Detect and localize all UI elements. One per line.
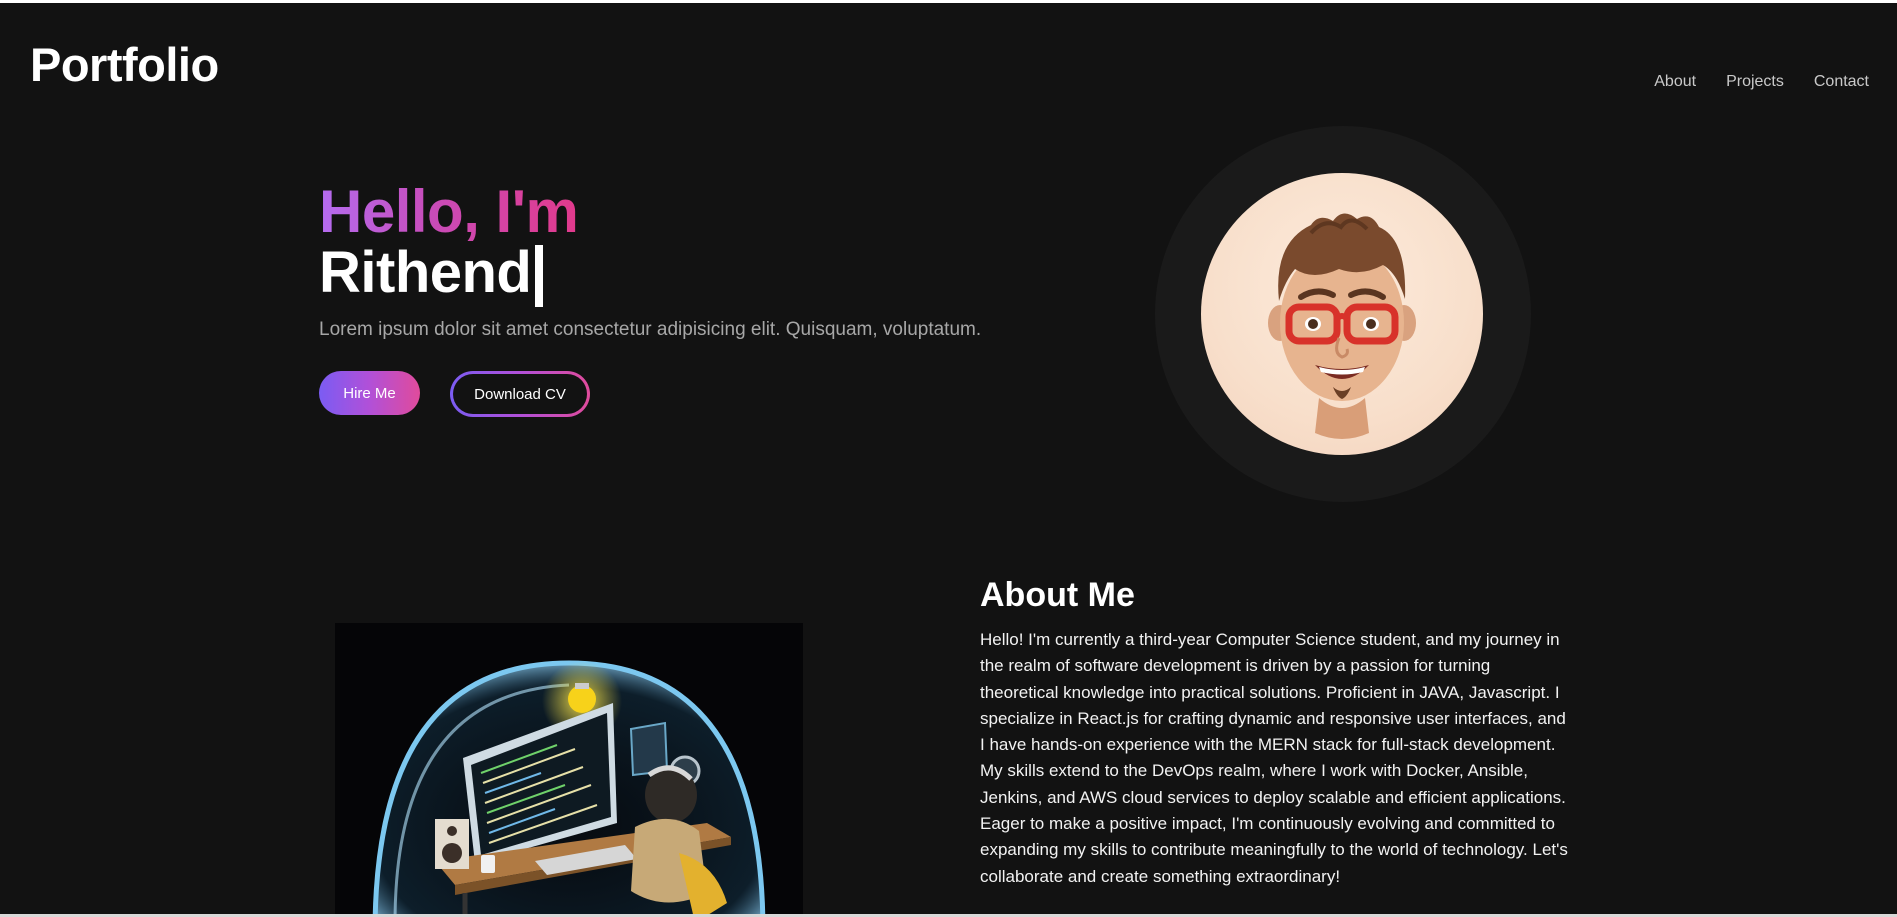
developer-workspace-illustration-icon: [335, 623, 803, 917]
hero-tagline: Lorem ipsum dolor sit amet consectetur a…: [319, 319, 982, 340]
hero-section: Hello, I'm Rithend Lorem ipsum dolor sit…: [319, 178, 1079, 417]
nav-projects-link[interactable]: Projects: [1726, 73, 1784, 91]
about-title: About Me: [980, 576, 1135, 614]
about-text: Hello! I'm currently a third-year Comput…: [980, 630, 1568, 886]
typing-caret: [535, 245, 544, 307]
portfolio-page: Portfolio About Projects Contact Hello, …: [0, 0, 1897, 917]
download-cv-border: Download CV: [450, 371, 590, 417]
download-cv-button[interactable]: Download CV: [453, 374, 587, 414]
about-section: About Me Hello! I'm currently a third-ye…: [980, 573, 1580, 907]
memoji-avatar-icon: [1201, 173, 1483, 455]
nav-about-link[interactable]: About: [1654, 73, 1696, 91]
main-nav: About Projects Contact: [1654, 73, 1869, 91]
hero-name: Rithend: [319, 240, 532, 305]
hire-me-button[interactable]: Hire Me: [319, 371, 420, 415]
site-logo[interactable]: Portfolio: [30, 37, 219, 92]
hero-buttons: Hire Me Download CV: [319, 371, 1079, 417]
avatar-ring: [1155, 126, 1531, 502]
nav-contact-link[interactable]: Contact: [1814, 73, 1869, 91]
hero-greeting: Hello, I'm: [319, 178, 579, 245]
hero-name-line: Rithend: [319, 239, 1079, 307]
